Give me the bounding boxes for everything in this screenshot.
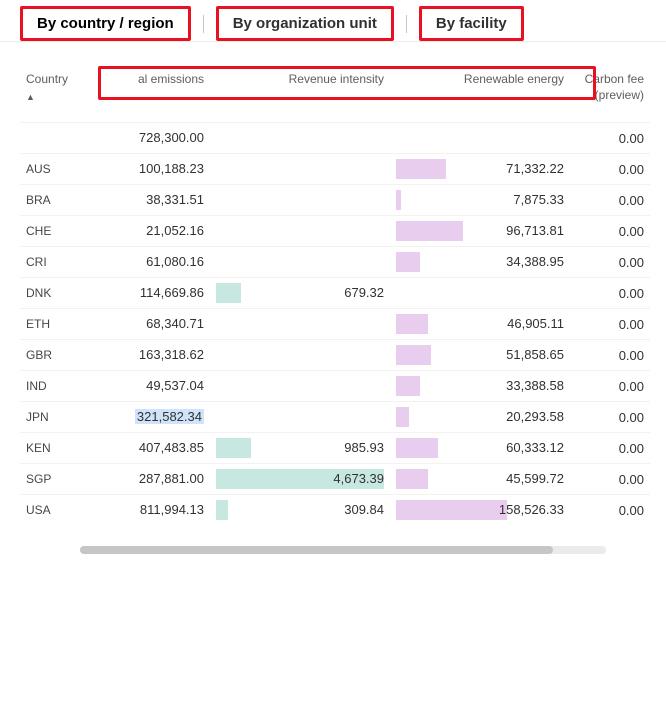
tab-separator <box>406 15 407 33</box>
cell-country: USA <box>20 495 90 526</box>
cell-renewable-energy: 45,599.72 <box>390 464 570 495</box>
table-row[interactable]: KEN407,483.85985.9360,333.120.00 <box>20 433 650 464</box>
emissions-table: Country ▲ al emissions Revenue intensity… <box>20 72 650 526</box>
col-country[interactable]: Country ▲ <box>20 72 90 123</box>
table-row[interactable]: BRA38,331.51 7,875.330.00 <box>20 185 650 216</box>
cell-renewable-energy <box>390 123 570 154</box>
cell-emissions: 49,537.04 <box>90 371 210 402</box>
cell-revenue-intensity: 985.93 <box>210 433 390 464</box>
table-row[interactable]: JPN321,582.34 20,293.580.00 <box>20 402 650 433</box>
cell-renewable-energy: 46,905.11 <box>390 309 570 340</box>
cell-country: DNK <box>20 278 90 309</box>
cell-emissions: 407,483.85 <box>90 433 210 464</box>
cell-emissions: 38,331.51 <box>90 185 210 216</box>
scrollbar-thumb[interactable] <box>80 546 553 554</box>
tab-separator <box>203 15 204 33</box>
cell-renewable-energy <box>390 278 570 309</box>
cell-country <box>20 123 90 154</box>
table-row[interactable]: CHE21,052.16 96,713.810.00 <box>20 216 650 247</box>
cell-country: BRA <box>20 185 90 216</box>
cell-carbon-fee: 0.00 <box>570 185 650 216</box>
data-table-container: Country ▲ al emissions Revenue intensity… <box>0 42 666 574</box>
cell-country: ETH <box>20 309 90 340</box>
table-row[interactable]: 728,300.00 0.00 <box>20 123 650 154</box>
table-row[interactable]: GBR163,318.62 51,858.650.00 <box>20 340 650 371</box>
cell-emissions: 321,582.34 <box>90 402 210 433</box>
table-row[interactable]: CRI61,080.16 34,388.950.00 <box>20 247 650 278</box>
table-row[interactable]: AUS100,188.23 71,332.220.00 <box>20 154 650 185</box>
cell-carbon-fee: 0.00 <box>570 464 650 495</box>
table-row[interactable]: DNK114,669.86679.32 0.00 <box>20 278 650 309</box>
cell-emissions: 100,188.23 <box>90 154 210 185</box>
cell-carbon-fee: 0.00 <box>570 247 650 278</box>
col-carbon-fee[interactable]: Carbon fee (preview) <box>570 72 650 123</box>
cell-country: SGP <box>20 464 90 495</box>
cell-revenue-intensity: 679.32 <box>210 278 390 309</box>
cell-emissions: 287,881.00 <box>90 464 210 495</box>
horizontal-scrollbar[interactable] <box>80 546 606 554</box>
cell-renewable-energy: 96,713.81 <box>390 216 570 247</box>
cell-revenue-intensity <box>210 185 390 216</box>
cell-country: KEN <box>20 433 90 464</box>
cell-emissions: 61,080.16 <box>90 247 210 278</box>
cell-emissions: 163,318.62 <box>90 340 210 371</box>
cell-country: IND <box>20 371 90 402</box>
cell-renewable-energy: 34,388.95 <box>390 247 570 278</box>
cell-carbon-fee: 0.00 <box>570 278 650 309</box>
cell-revenue-intensity <box>210 247 390 278</box>
tab-bar: By country / region By organization unit… <box>0 0 666 42</box>
cell-carbon-fee: 0.00 <box>570 371 650 402</box>
cell-carbon-fee: 0.00 <box>570 216 650 247</box>
table-row[interactable]: SGP287,881.004,673.3945,599.720.00 <box>20 464 650 495</box>
cell-renewable-energy: 71,332.22 <box>390 154 570 185</box>
cell-revenue-intensity <box>210 123 390 154</box>
cell-carbon-fee: 0.00 <box>570 495 650 526</box>
cell-carbon-fee: 0.00 <box>570 154 650 185</box>
cell-revenue-intensity <box>210 154 390 185</box>
tab-country-region[interactable]: By country / region <box>20 6 191 41</box>
cell-country: GBR <box>20 340 90 371</box>
col-country-label: Country <box>26 72 68 86</box>
cell-revenue-intensity <box>210 402 390 433</box>
table-row[interactable]: IND49,537.04 33,388.580.00 <box>20 371 650 402</box>
cell-renewable-energy: 20,293.58 <box>390 402 570 433</box>
cell-emissions: 728,300.00 <box>90 123 210 154</box>
cell-emissions: 114,669.86 <box>90 278 210 309</box>
cell-carbon-fee: 0.00 <box>570 123 650 154</box>
cell-revenue-intensity: 4,673.39 <box>210 464 390 495</box>
tab-facility[interactable]: By facility <box>419 6 524 41</box>
col-emissions[interactable]: al emissions <box>90 72 210 123</box>
cell-revenue-intensity <box>210 309 390 340</box>
cell-carbon-fee: 0.00 <box>570 340 650 371</box>
tab-organization-unit[interactable]: By organization unit <box>216 6 394 41</box>
cell-renewable-energy: 60,333.12 <box>390 433 570 464</box>
cell-country: CHE <box>20 216 90 247</box>
cell-carbon-fee: 0.00 <box>570 309 650 340</box>
cell-carbon-fee: 0.00 <box>570 433 650 464</box>
col-renewable-energy[interactable]: Renewable energy <box>390 72 570 123</box>
cell-country: AUS <box>20 154 90 185</box>
cell-carbon-fee: 0.00 <box>570 402 650 433</box>
cell-emissions: 811,994.13 <box>90 495 210 526</box>
sort-asc-icon: ▲ <box>26 92 35 104</box>
cell-revenue-intensity <box>210 371 390 402</box>
table-row[interactable]: ETH68,340.71 46,905.110.00 <box>20 309 650 340</box>
col-revenue-intensity[interactable]: Revenue intensity <box>210 72 390 123</box>
cell-emissions: 21,052.16 <box>90 216 210 247</box>
cell-country: CRI <box>20 247 90 278</box>
cell-country: JPN <box>20 402 90 433</box>
cell-renewable-energy: 7,875.33 <box>390 185 570 216</box>
cell-revenue-intensity <box>210 216 390 247</box>
table-row[interactable]: USA811,994.13309.84158,526.330.00 <box>20 495 650 526</box>
cell-revenue-intensity <box>210 340 390 371</box>
cell-renewable-energy: 158,526.33 <box>390 495 570 526</box>
cell-renewable-energy: 33,388.58 <box>390 371 570 402</box>
cell-emissions: 68,340.71 <box>90 309 210 340</box>
cell-revenue-intensity: 309.84 <box>210 495 390 526</box>
cell-renewable-energy: 51,858.65 <box>390 340 570 371</box>
